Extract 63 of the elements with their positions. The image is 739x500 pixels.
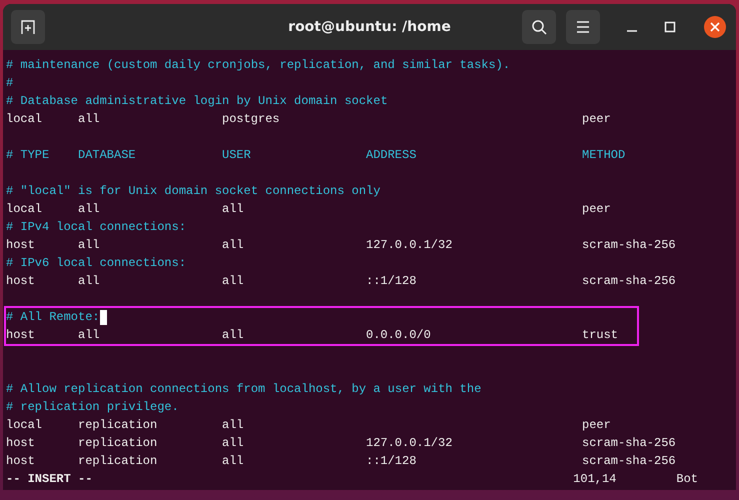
config-field: 127.0.0.1/32 — [366, 436, 452, 450]
close-icon[interactable] — [704, 16, 726, 38]
column-heading: # TYPE — [6, 148, 50, 162]
config-field: all — [78, 274, 100, 288]
config-field: replication — [78, 436, 158, 450]
config-field: scram-sha-256 — [582, 274, 676, 288]
comment-line: # IPv6 local connections: — [6, 255, 186, 272]
comment-line: # IPv4 local connections: — [6, 219, 186, 236]
config-field: host — [6, 436, 35, 450]
config-field: peer — [582, 202, 611, 216]
config-field: 0.0.0.0/0 — [366, 328, 431, 342]
config-field: trust — [582, 328, 618, 342]
config-field: all — [222, 454, 244, 468]
maximize-icon[interactable] — [664, 21, 676, 33]
config-field: all — [78, 328, 100, 342]
config-field: peer — [582, 418, 611, 432]
config-field: all — [222, 436, 244, 450]
config-field: local — [6, 112, 42, 126]
column-heading: METHOD — [582, 148, 626, 162]
search-button[interactable] — [522, 10, 556, 44]
config-field: replication — [78, 418, 158, 432]
config-field: all — [78, 202, 100, 216]
config-field: scram-sha-256 — [582, 238, 676, 252]
column-heading: USER — [222, 148, 251, 162]
config-field: host — [6, 328, 35, 342]
menu-icon — [576, 21, 590, 33]
config-field: 127.0.0.1/32 — [366, 238, 452, 252]
column-heading: DATABASE — [78, 148, 136, 162]
config-field: host — [6, 274, 35, 288]
config-field: all — [78, 238, 100, 252]
column-heading: ADDRESS — [366, 148, 416, 162]
config-field: all — [222, 418, 244, 432]
config-field: all — [222, 274, 244, 288]
config-field: ::1/128 — [366, 274, 416, 288]
scroll-position: Bot — [676, 471, 698, 488]
comment-line: # All Remote: — [6, 309, 100, 326]
mode-indicator: -- INSERT -- — [6, 471, 92, 488]
new-tab-button[interactable] — [11, 10, 45, 44]
config-field: host — [6, 454, 35, 468]
comment-line: # Allow replication connections from localhost, by a user with the — [6, 381, 482, 398]
cursor-position: 101,14 — [573, 471, 616, 488]
comment-line: # — [6, 75, 14, 92]
config-field: all — [222, 202, 244, 216]
menu-button[interactable] — [566, 10, 600, 44]
config-field: postgres — [222, 112, 280, 126]
config-field: ::1/128 — [366, 454, 416, 468]
config-field: host — [6, 238, 35, 252]
search-icon — [531, 19, 547, 35]
comment-line: # Database administrative login by Unix domain socket — [6, 93, 388, 110]
comment-line: # "local" is for Unix domain socket connections only — [6, 183, 380, 200]
config-field: scram-sha-256 — [582, 454, 676, 468]
window-title: root@ubuntu: /home — [288, 19, 451, 35]
config-field: scram-sha-256 — [582, 436, 676, 450]
new-tab-icon — [20, 19, 36, 35]
config-field: peer — [582, 112, 611, 126]
config-field: local — [6, 202, 42, 216]
config-field: local — [6, 418, 42, 432]
comment-line: # replication privilege. — [6, 399, 179, 416]
config-field: all — [78, 112, 100, 126]
config-field: all — [222, 328, 244, 342]
comment-line: # maintenance (custom daily cronjobs, replication, and similar tasks). — [6, 57, 510, 74]
config-field: replication — [78, 454, 158, 468]
config-field: all — [222, 238, 244, 252]
